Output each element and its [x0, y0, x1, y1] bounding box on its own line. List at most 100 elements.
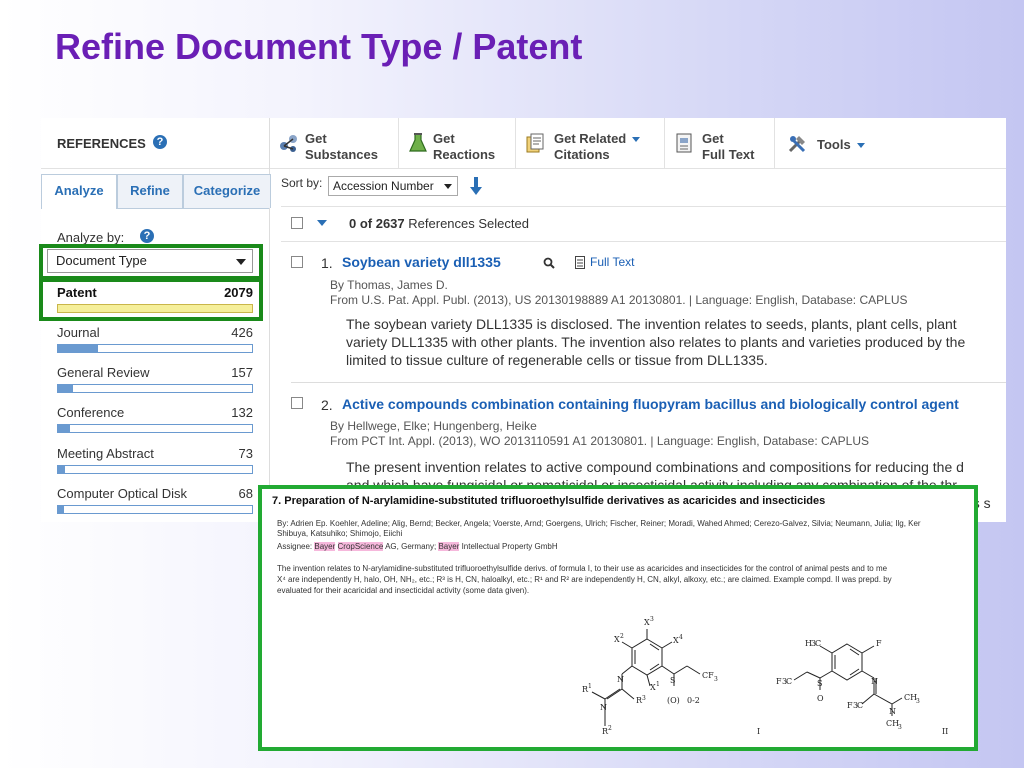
facet-name: Conference — [57, 405, 125, 420]
result-title-link[interactable]: Soybean variety dll1335 — [342, 254, 501, 270]
svg-text:C: C — [857, 701, 863, 710]
tab-analyze[interactable]: Analyze — [41, 174, 117, 209]
slide-title: Refine Document Type / Patent — [55, 26, 583, 67]
document-icon — [575, 256, 585, 269]
flask-icon — [409, 133, 427, 152]
sort-by-label: Sort by: — [281, 176, 323, 190]
full-text-link[interactable]: Full Text — [590, 255, 634, 269]
svg-text:3: 3 — [898, 724, 902, 731]
get-related-citations-button[interactable]: Get Related Citations — [516, 118, 665, 168]
svg-text:3: 3 — [642, 695, 646, 702]
svg-text:O: O — [817, 694, 824, 703]
svg-text:4: 4 — [679, 634, 683, 641]
facet-meeting-abstract[interactable]: Meeting Abstract 73 — [57, 446, 253, 484]
tools-label: Tools — [817, 137, 851, 152]
facet-bar — [57, 424, 253, 433]
facet-bar-fill — [58, 506, 65, 513]
chevron-down-icon — [444, 184, 452, 189]
record-abstract-line: The invention relates to N-arylamidine-s… — [277, 564, 888, 573]
structure-label-II: II — [942, 727, 948, 736]
assignee-highlight: CropScience — [337, 542, 384, 551]
sort-by-select[interactable]: Accession Number — [328, 176, 458, 196]
facet-name: Meeting Abstract — [57, 446, 154, 461]
facet-general-review[interactable]: General Review 157 — [57, 365, 253, 403]
svg-text:S: S — [817, 679, 822, 688]
result-abstract-line: variety DLL1335 with other plants. The i… — [346, 334, 966, 350]
svg-text:2: 2 — [608, 725, 612, 732]
svg-text:N: N — [600, 703, 607, 712]
chemical-structures-image: X3 X4 X2 N S CF 3 R3 X1 (O) 0-2 N R1 R2 I … — [582, 616, 948, 736]
facet-name: Computer Optical Disk — [57, 486, 188, 501]
tools-button[interactable]: Tools — [775, 118, 875, 168]
facet-bar-fill — [58, 345, 98, 352]
facet-bar — [57, 384, 253, 393]
facet-journal[interactable]: Journal 426 — [57, 325, 253, 363]
record-abstract-line: X⁴ are independently H, halo, OH, NH₂, e… — [277, 575, 892, 584]
facet-bar-fill — [58, 385, 73, 392]
analyze-by-label: Analyze by: — [57, 230, 125, 245]
patent-facet-highlight — [39, 278, 263, 321]
selection-suffix: References Selected — [408, 216, 529, 231]
svg-text:F: F — [876, 639, 882, 648]
facet-conference[interactable]: Conference 132 — [57, 405, 253, 443]
references-title: REFERENCES — [57, 136, 146, 151]
document-icon — [676, 133, 692, 153]
record-authors-line: By: Adrien Ep. Koehler, Adeline; Alig, B… — [277, 519, 921, 528]
get-full-text-button[interactable]: Get Full Text — [665, 118, 775, 168]
tools-icon — [788, 136, 806, 153]
assignee-prefix: Assignee: — [277, 542, 315, 551]
result-number: 1. — [321, 255, 333, 271]
facet-computer-optical-disk[interactable]: Computer Optical Disk 68 — [57, 486, 253, 522]
chevron-down-icon[interactable] — [317, 220, 327, 226]
sidebar-tabs: Analyze Refine Categorize — [41, 174, 271, 209]
assignee-highlight: Bayer — [438, 542, 460, 551]
get-substances-label-1: Get — [305, 131, 327, 146]
sort-direction-arrow-icon[interactable] — [469, 176, 483, 196]
tab-categorize[interactable]: Categorize — [183, 174, 271, 208]
facet-count: 73 — [238, 446, 253, 461]
svg-text:N: N — [889, 707, 896, 716]
get-fulltext-label-2: Full Text — [702, 147, 755, 162]
facet-count: 68 — [238, 486, 253, 501]
result-abstract-line: The present invention relates to active … — [346, 459, 964, 475]
result-number: 2. — [321, 397, 333, 413]
svg-text:(O): (O) — [667, 696, 680, 705]
svg-text:N: N — [871, 677, 878, 686]
result-checkbox[interactable] — [291, 256, 303, 268]
facet-count: 132 — [231, 405, 253, 420]
get-reactions-button[interactable]: Get Reactions — [399, 118, 516, 168]
selection-bar: 0 of 2637 References Selected — [281, 206, 1006, 242]
tab-refine[interactable]: Refine — [117, 174, 183, 208]
result-title-link[interactable]: Active compounds combination containing … — [342, 396, 959, 412]
svg-text:0-2: 0-2 — [687, 696, 700, 705]
result-source: From PCT Int. Appl. (2013), WO 201311059… — [330, 434, 870, 448]
result-abstract-line: The soybean variety DLL1335 is disclosed… — [346, 316, 957, 332]
magnifier-icon[interactable] — [543, 257, 555, 269]
svg-text:1: 1 — [588, 683, 592, 690]
svg-text:C: C — [786, 677, 792, 686]
citations-icon — [526, 133, 544, 153]
help-icon[interactable]: ? — [153, 135, 167, 149]
facet-bar-fill — [58, 425, 71, 432]
get-related-label-2: Citations — [554, 147, 610, 162]
select-all-checkbox[interactable] — [291, 217, 303, 229]
selection-status: 0 of 2637 References Selected — [349, 216, 529, 231]
sort-by-value: Accession Number — [333, 179, 434, 193]
result-authors: By Thomas, James D. — [330, 278, 448, 292]
get-substances-button[interactable]: Get Substances — [270, 118, 399, 168]
svg-text:S: S — [670, 676, 675, 685]
svg-text:2: 2 — [620, 633, 624, 640]
get-fulltext-label-1: Get — [702, 131, 724, 146]
record-abstract-line: evaluated for their acaricidal and insec… — [277, 586, 530, 595]
assignee-highlight: Bayer — [314, 542, 336, 551]
help-icon[interactable]: ? — [140, 229, 154, 243]
result-divider — [291, 382, 1006, 383]
record-assignee: Assignee: Bayer CropScience AG, Germany;… — [277, 542, 558, 552]
facet-name: General Review — [57, 365, 150, 380]
svg-text:3: 3 — [650, 616, 654, 623]
references-header: REFERENCES ? — [41, 118, 269, 169]
facet-bar — [57, 344, 253, 353]
substances-icon — [280, 135, 297, 152]
results-toolbar: Get Substances Get Reactions Get Related Ci… — [270, 118, 1006, 169]
result-checkbox[interactable] — [291, 397, 303, 409]
